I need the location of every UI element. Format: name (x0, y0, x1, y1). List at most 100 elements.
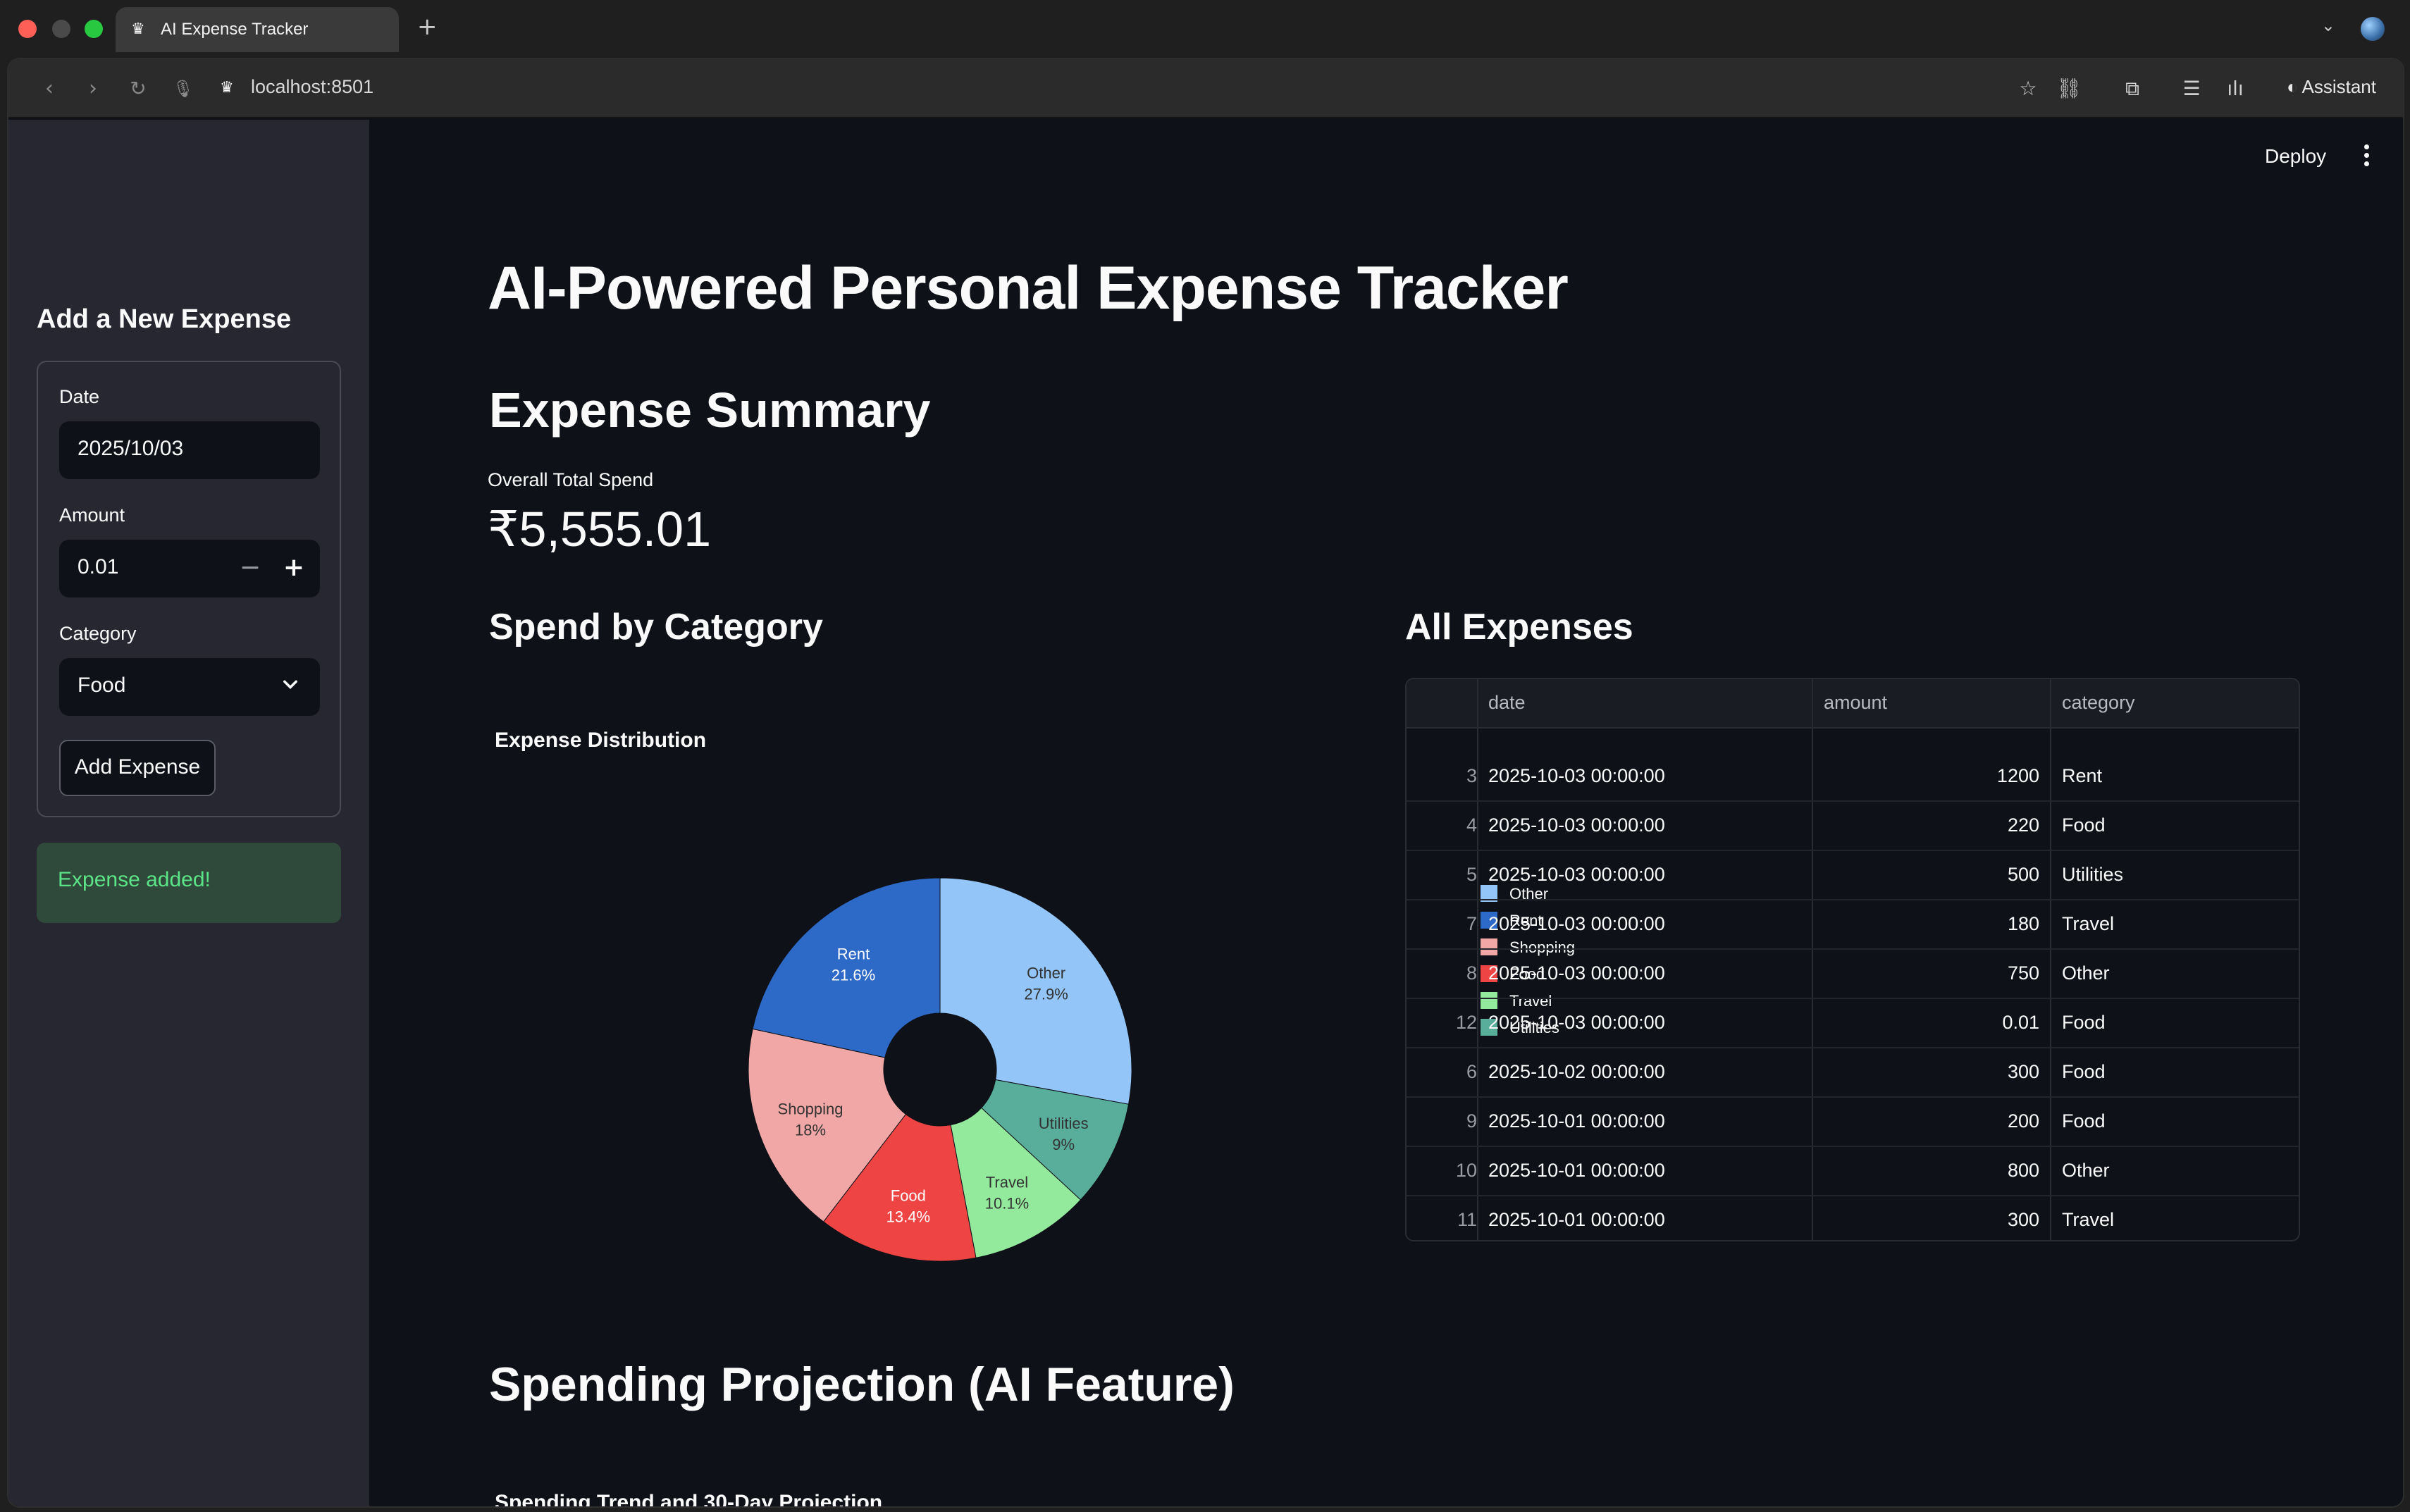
date-cell: 2025-10-01 00:00:00 (1488, 1209, 1665, 1230)
slice-percent: 21.6% (832, 966, 875, 984)
projection-heading: Spending Projection (AI Feature) (489, 1358, 1235, 1411)
maximize-window-button[interactable] (85, 20, 103, 38)
slice-percent: 13.4% (886, 1208, 930, 1226)
slice-label: Utilities (1039, 1115, 1089, 1132)
table-header: date amount category (1407, 679, 2299, 729)
sidebar-heading: Add a New Expense (37, 304, 292, 334)
amount-cell: 300 (2007, 1061, 2039, 1082)
row-index: 9 (1466, 1110, 1477, 1132)
date-cell: 2025-10-03 00:00:00 (1488, 864, 1665, 885)
more-options-icon[interactable] (2359, 141, 2373, 169)
browser-titlebar: ♛ AI Expense Tracker + ⌄ (0, 0, 2410, 58)
date-label: Date (59, 386, 100, 407)
browser-window: ‹ › ↻ 🎙 ♛ localhost:8501 ☆ ⛓ ⧉ ☰ ılı ◐ A… (7, 58, 2404, 1508)
date-cell: 2025-10-03 00:00:00 (1488, 1012, 1665, 1033)
table-row[interactable]: 11 2025-10-01 00:00:00 300 Travel (1407, 1196, 2299, 1240)
add-expense-label: Add Expense (74, 755, 201, 779)
chart-title: Expense Distribution (495, 729, 707, 752)
forward-arrow-icon[interactable]: › (79, 75, 107, 103)
amount-cell: 1200 (1996, 765, 2039, 786)
category-cell: Food (2062, 1061, 2106, 1082)
audio-wave-icon[interactable]: ılı (2221, 75, 2249, 103)
amount-cell: 300 (2007, 1209, 2039, 1230)
chevron-down-icon[interactable]: ⌄ (2321, 16, 2335, 35)
tab-title: AI Expense Tracker (161, 20, 309, 39)
table-row[interactable]: 9 2025-10-01 00:00:00 200 Food (1407, 1098, 2299, 1147)
amount-label: Amount (59, 504, 125, 526)
bookmark-star-icon[interactable]: ☆ (2014, 75, 2042, 103)
row-index: 4 (1466, 814, 1477, 836)
decrement-button[interactable]: − (240, 552, 261, 583)
main-content: Deploy AI-Powered Personal Expense Track… (369, 120, 2403, 1508)
amount-input[interactable]: 0.01 − + (59, 540, 320, 597)
menu-lines-icon[interactable]: ☰ (2177, 75, 2206, 103)
browser-toolbar: ‹ › ↻ 🎙 ♛ localhost:8501 ☆ ⛓ ⧉ ☰ ılı ◐ A… (8, 59, 2403, 118)
streamlit-crown-icon: ♛ (131, 20, 145, 38)
reload-icon[interactable]: ↻ (124, 75, 152, 103)
slice-percent: 9% (1052, 1136, 1075, 1153)
table-row[interactable]: 8 2025-10-03 00:00:00 750 Other (1407, 950, 2299, 999)
amount-cell: 220 (2007, 814, 2039, 836)
slice-label: Food (891, 1187, 926, 1205)
row-index: 8 (1466, 962, 1477, 984)
category-heading: Spend by Category (489, 607, 823, 647)
table-row[interactable]: 10 2025-10-01 00:00:00 800 Other (1407, 1147, 2299, 1196)
slice-label: Rent (837, 945, 870, 962)
amount-cell: 200 (2007, 1110, 2039, 1132)
date-cell: 2025-10-01 00:00:00 (1488, 1160, 1665, 1181)
date-input[interactable]: 2025/10/03 (59, 421, 320, 479)
projection-chart-title: Spending Trend and 30-Day Projection (495, 1491, 883, 1508)
table-row[interactable]: 12 2025-10-03 00:00:00 0.01 Food (1407, 999, 2299, 1048)
browser-tab[interactable]: ♛ AI Expense Tracker (116, 7, 399, 52)
date-value: 2025/10/03 (78, 437, 184, 460)
slice-label: Travel (986, 1173, 1028, 1191)
profile-avatar[interactable] (2361, 17, 2385, 41)
row-index: 6 (1466, 1061, 1477, 1082)
summary-heading: Expense Summary (489, 383, 931, 438)
table-row[interactable]: 5 2025-10-03 00:00:00 500 Utilities (1407, 851, 2299, 900)
slice-label: Other (1027, 965, 1065, 982)
success-message: Expense added! (58, 868, 211, 891)
date-cell: 2025-10-03 00:00:00 (1488, 765, 1665, 786)
close-window-button[interactable] (18, 20, 37, 38)
extensions-icon[interactable]: ⧉ (2118, 75, 2146, 103)
table-row[interactable]: 4 2025-10-03 00:00:00 220 Food (1407, 802, 2299, 851)
amount-cell: 0.01 (2002, 1012, 2039, 1033)
column-header-amount[interactable]: amount (1824, 692, 1887, 714)
column-header-date[interactable]: date (1488, 692, 1526, 714)
microphone-icon[interactable]: 🎙 (169, 75, 197, 103)
new-tab-button[interactable]: + (417, 13, 438, 41)
address-bar[interactable]: localhost:8501 (251, 76, 373, 98)
minimize-window-button[interactable] (52, 20, 70, 38)
sidebar: Add a New Expense Date 2025/10/03 Amount… (8, 120, 369, 1506)
expense-form: Date 2025/10/03 Amount 0.01 − + Category… (37, 361, 341, 817)
amount-cell: 750 (2007, 962, 2039, 984)
table-row[interactable]: 6 2025-10-02 00:00:00 300 Food (1407, 1048, 2299, 1098)
assistant-button[interactable]: ◐ Assistant (2287, 76, 2376, 98)
slice-label: Shopping (778, 1101, 844, 1118)
date-cell: 2025-10-01 00:00:00 (1488, 1110, 1665, 1132)
category-cell: Other (2062, 962, 2110, 984)
chevron-down-icon (283, 680, 297, 689)
slice-percent: 18% (795, 1122, 826, 1139)
add-expense-button[interactable]: Add Expense (59, 740, 216, 796)
metric-label: Overall Total Spend (488, 469, 654, 490)
date-cell: 2025-10-03 00:00:00 (1488, 913, 1665, 934)
page-title: AI-Powered Personal Expense Tracker (488, 254, 1569, 322)
table-row[interactable]: 3 2025-10-03 00:00:00 1200 Rent (1407, 752, 2299, 802)
link-icon[interactable]: ⛓ (2055, 75, 2083, 103)
increment-button[interactable]: + (283, 552, 304, 583)
category-cell: Travel (2062, 1209, 2115, 1230)
row-index: 12 (1455, 1012, 1477, 1033)
amount-cell: 180 (2007, 913, 2039, 934)
column-header-category[interactable]: category (2062, 692, 2135, 714)
row-index: 11 (1457, 1209, 1477, 1230)
date-cell: 2025-10-02 00:00:00 (1488, 1061, 1665, 1082)
deploy-button[interactable]: Deploy (2265, 145, 2326, 168)
back-arrow-icon[interactable]: ‹ (35, 75, 63, 103)
amount-value: 0.01 (78, 555, 119, 578)
category-select[interactable]: Food (59, 658, 320, 716)
streamlit-crown-icon: ♛ (220, 79, 234, 97)
table-row[interactable]: 7 2025-10-03 00:00:00 180 Travel (1407, 900, 2299, 950)
success-alert: Expense added! (37, 843, 341, 923)
